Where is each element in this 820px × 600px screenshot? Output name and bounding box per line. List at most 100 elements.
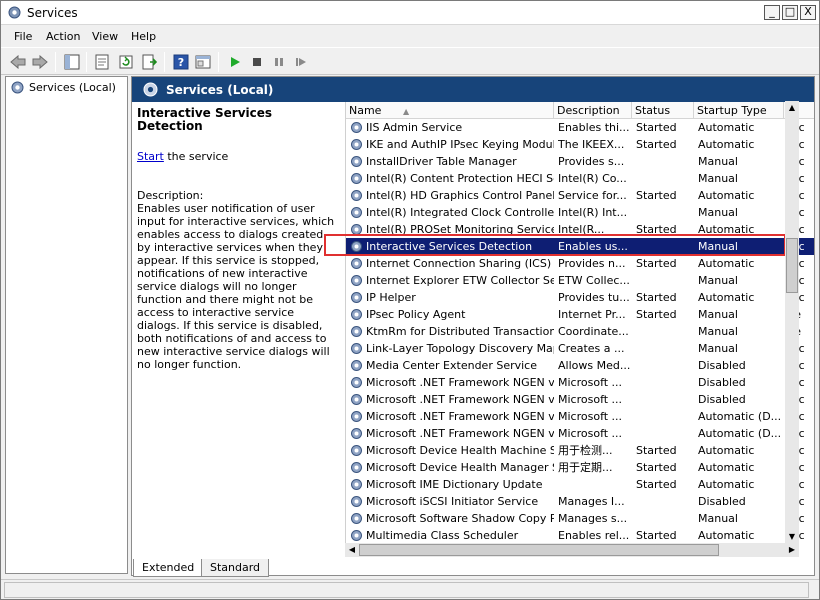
service-description: Enables rel... [558,529,630,542]
service-row[interactable]: InstallDriver Table Manager Provides s...… [346,153,814,170]
minimize-button[interactable]: _ [764,5,780,20]
service-name: Media Center Extender Service [349,357,554,374]
service-row[interactable]: Link-Layer Topology Discovery Mapper Crea… [346,340,814,357]
service-row[interactable]: Intel(R) Content Protection HECI Se... In… [346,170,814,187]
service-row[interactable]: IIS Admin Service Enables thi... Started Au… [346,119,814,136]
service-status: Started [636,444,677,457]
service-gear-icon [351,139,362,150]
scroll-right-icon[interactable]: ▶ [785,543,799,557]
service-name-text: Intel(R) Content Protection HECI Se... [366,172,554,185]
service-row[interactable]: Microsoft Device Health Manager Se... 用于定… [346,459,814,476]
service-startup-type: Manual [698,155,738,168]
service-status [636,391,696,408]
service-row[interactable]: KtmRm for Distributed Transaction ... Coo… [346,323,814,340]
refresh-icon[interactable] [117,53,135,71]
service-name: Microsoft iSCSI Initiator Service [349,493,554,510]
service-row[interactable]: Internet Explorer ETW Collector Ser... ET… [346,272,814,289]
service-row[interactable]: IP HelperProvides tu...StartedAutomaticL… [346,289,814,306]
restart-service-icon[interactable] [292,53,310,71]
maximize-button[interactable]: □ [782,5,798,20]
services-gear-icon [143,82,158,97]
service-name: IP Helper [349,289,554,306]
service-row[interactable]: Microsoft .NET Framework NGEN v4... Micro… [346,408,814,425]
service-startup-type: Automatic [698,189,755,202]
column-header-description[interactable]: Description [554,102,632,119]
scroll-down-icon[interactable]: ▼ [785,530,799,544]
service-name-text: Multimedia Class Scheduler [366,529,519,542]
service-row[interactable]: Microsoft IME Dictionary Update Started Au… [346,476,814,493]
help-icon[interactable]: ? [172,53,190,71]
vertical-scroll-thumb[interactable] [786,238,798,293]
service-row[interactable]: Intel(R) HD Graphics Control Panel ... Se… [346,187,814,204]
service-row[interactable]: Microsoft .NET Framework NGEN v2... Micro… [346,391,814,408]
service-row[interactable]: Internet Connection Sharing (ICS) Provide… [346,255,814,272]
tree-node-services-local[interactable]: Services (Local) [10,79,116,95]
close-button[interactable]: X [800,5,816,20]
service-row[interactable]: IPsec Policy Agent Internet Pr... Started M… [346,306,814,323]
service-row[interactable]: Microsoft iSCSI Initiator Service Manages… [346,493,814,510]
service-name-text: Intel(R) Integrated Clock Controller ... [366,206,554,219]
back-icon[interactable] [9,53,27,71]
service-row[interactable]: Multimedia Class Scheduler Enables rel...… [346,527,814,544]
service-row[interactable]: Microsoft .NET Framework NGEN v4... Micro… [346,425,814,442]
service-gear-icon [351,292,362,303]
scroll-up-icon[interactable]: ▲ [785,101,799,115]
svg-text:?: ? [178,56,184,69]
vertical-scrollbar[interactable]: ▲ ▼ [785,101,799,544]
service-status [636,323,696,340]
service-description: Manages s... [558,512,628,525]
menu-file[interactable]: File [14,30,32,43]
horizontal-scroll-thumb[interactable] [359,544,719,556]
service-description: Coordinate... [558,325,629,338]
scroll-left-icon[interactable]: ◀ [345,543,359,557]
detail-description: Enables user notification of user input … [137,202,335,371]
column-header-status[interactable]: Status [632,102,694,119]
service-name: Microsoft .NET Framework NGEN v2... [349,374,554,391]
service-name-text: Internet Explorer ETW Collector Ser... [366,274,554,287]
horizontal-scrollbar[interactable]: ◀ ▶ [345,543,799,557]
tab-standard[interactable]: Standard [201,559,270,577]
forward-icon[interactable] [31,53,49,71]
service-startup-type: Disabled [698,376,746,389]
pane-header: Services (Local) [132,77,814,102]
service-row[interactable]: Intel(R) Integrated Clock Controller ...… [346,204,814,221]
service-row[interactable]: Microsoft .NET Framework NGEN v2... Micro… [346,374,814,391]
service-startup-type: Manual [698,325,738,338]
service-name: Microsoft IME Dictionary Update [349,476,554,493]
stop-service-icon[interactable] [248,53,266,71]
service-status: Started [636,529,677,542]
service-status [636,340,696,357]
service-status: Started [636,478,677,491]
service-name: Multimedia Class Scheduler [349,527,554,544]
service-name-text: Microsoft .NET Framework NGEN v2... [366,376,554,389]
menu-help[interactable]: Help [131,30,156,43]
service-gear-icon [351,156,362,167]
pause-service-icon[interactable] [270,53,288,71]
column-header-name[interactable]: Name ▲ [346,102,554,119]
menu-action[interactable]: Action [46,30,80,43]
properties-icon[interactable] [93,53,111,71]
service-gear-icon [351,122,362,133]
column-header-startup-type[interactable]: Startup Type [694,102,784,119]
service-row[interactable]: Microsoft Software Shadow Copy Pr... Mana… [346,510,814,527]
service-row[interactable]: Media Center Extender Service Allows Med.… [346,357,814,374]
service-name: IPsec Policy Agent [349,306,554,323]
service-gear-icon [351,173,362,184]
service-name: Microsoft Device Health Machine Se... [349,442,554,459]
menu-view[interactable]: View [92,30,118,43]
status-bar [1,579,819,599]
service-description: Provides s... [558,155,625,168]
console-icon[interactable] [194,53,212,71]
service-name: Microsoft Device Health Manager Se... [349,459,554,476]
start-service-link[interactable]: Start [137,150,164,163]
show-hide-tree-icon[interactable] [63,53,81,71]
tab-extended[interactable]: Extended [133,559,204,577]
service-description: Provides n... [558,257,626,270]
service-description: Service for... [558,189,627,202]
start-service-icon[interactable] [226,53,244,71]
service-row[interactable]: IKE and AuthIP IPsec Keying Modules The I… [346,136,814,153]
service-description: 用于定期... [558,461,613,474]
service-startup-type: Manual [698,172,738,185]
export-list-icon[interactable] [140,53,158,71]
service-row[interactable]: Microsoft Device Health Machine Se... 用于检… [346,442,814,459]
